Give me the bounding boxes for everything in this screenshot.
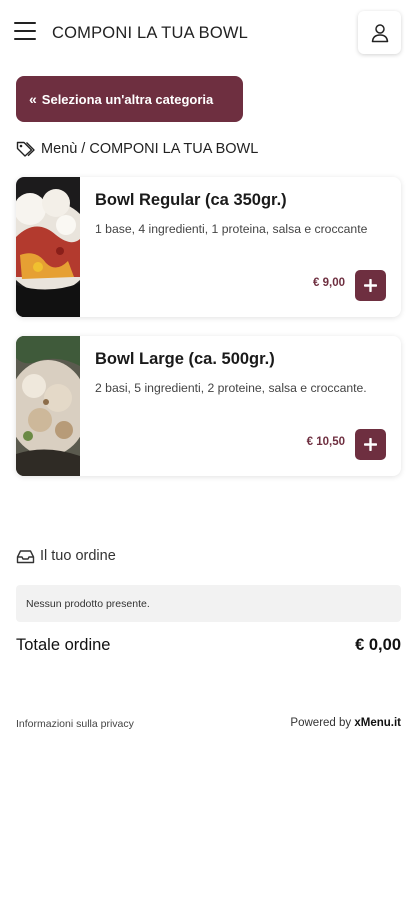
bowl-regular-image	[16, 177, 80, 317]
powered-by: Powered by xMenu.it	[290, 717, 401, 729]
add-to-order-button[interactable]	[355, 270, 386, 301]
order-total-value: € 0,00	[355, 636, 401, 654]
product-price: € 10,50	[306, 436, 345, 448]
page-title: COMPONI LA TUA BOWL	[52, 24, 249, 42]
inbox-icon	[16, 549, 35, 563]
plus-icon	[364, 438, 377, 451]
order-title: Il tuo ordine	[40, 548, 116, 564]
xmenu-brand-link[interactable]: xMenu.it	[354, 717, 401, 729]
hamburger-menu-icon[interactable]	[14, 22, 36, 42]
double-chevron-left-icon: «	[29, 91, 37, 107]
bowl-large-image	[16, 336, 80, 476]
product-description: 1 base, 4 ingredienti, 1 proteina, salsa…	[95, 222, 368, 236]
user-icon	[371, 23, 388, 42]
product-card-bowl-large[interactable]: Bowl Large (ca. 500gr.) 2 basi, 5 ingred…	[16, 336, 401, 476]
tags-icon	[16, 141, 35, 157]
product-card-bowl-regular[interactable]: Bowl Regular (ca 350gr.) 1 base, 4 ingre…	[16, 177, 401, 317]
product-price: € 9,00	[313, 277, 345, 289]
select-other-category-button[interactable]: « Seleziona un'altra categoria	[16, 76, 243, 122]
breadcrumb-text: Menù / COMPONI LA TUA BOWL	[41, 141, 259, 157]
empty-order-message: Nessun prodotto presente.	[16, 585, 401, 622]
product-description: 2 basi, 5 ingredienti, 2 proteine, salsa…	[95, 381, 367, 395]
add-to-order-button[interactable]	[355, 429, 386, 460]
privacy-link[interactable]: Informazioni sulla privacy	[16, 718, 134, 730]
breadcrumb: Menù / COMPONI LA TUA BOWL	[16, 141, 258, 157]
powered-by-prefix: Powered by	[290, 717, 352, 729]
user-account-button[interactable]	[358, 11, 401, 54]
top-bar: COMPONI LA TUA BOWL	[0, 0, 415, 66]
order-section-header: Il tuo ordine	[16, 548, 116, 564]
product-name: Bowl Large (ca. 500gr.)	[95, 350, 275, 368]
order-total-label: Totale ordine	[16, 636, 111, 654]
select-other-category-label: Seleziona un'altra categoria	[41, 91, 214, 107]
product-name: Bowl Regular (ca 350gr.)	[95, 191, 287, 209]
plus-icon	[364, 279, 377, 292]
